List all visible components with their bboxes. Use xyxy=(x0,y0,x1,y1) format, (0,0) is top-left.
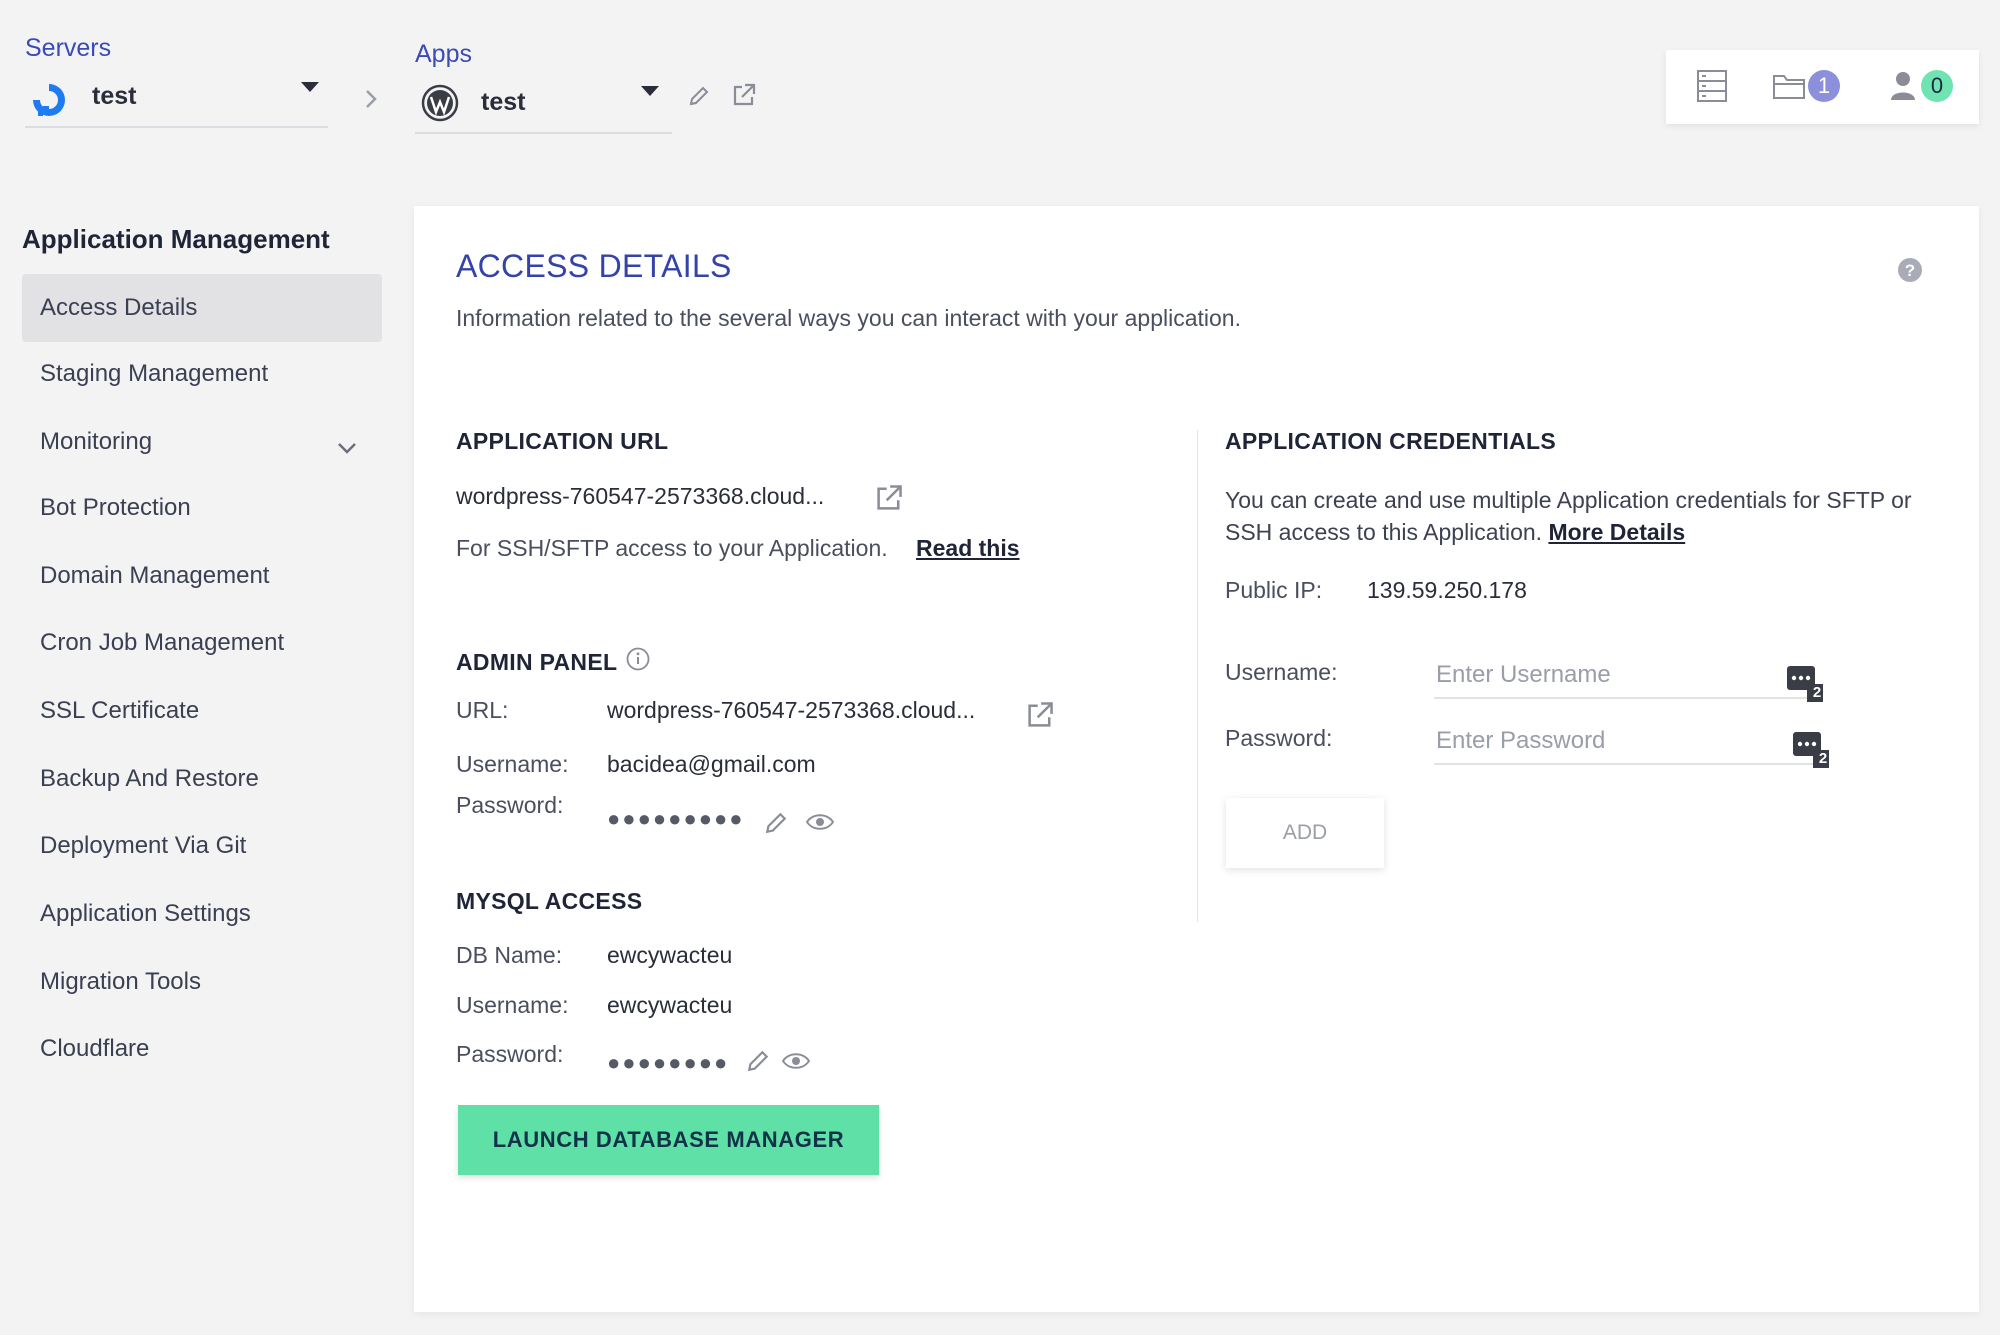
sidebar-item-deployment-via-git[interactable]: Deployment Via Git xyxy=(22,812,382,880)
keychain-count: 2 xyxy=(1812,684,1822,701)
files-count-badge: 1 xyxy=(1808,70,1840,102)
admin-url-value: wordpress-760547-2573368.cloud... xyxy=(607,697,976,723)
sidebar-item-label: Cron Job Management xyxy=(40,629,285,656)
more-details-link[interactable]: More Details xyxy=(1548,519,1685,545)
sidebar-item-label: Monitoring xyxy=(40,428,153,455)
sidebar-item-label: Staging Management xyxy=(40,360,269,387)
sidebar-item-migration-tools[interactable]: Migration Tools xyxy=(22,948,382,1016)
sidebar-item-label: Access Details xyxy=(40,294,198,321)
sidebar-item-backup-and-restore[interactable]: Backup And Restore xyxy=(22,745,382,813)
info-icon[interactable] xyxy=(626,647,650,676)
sidebar-item-monitoring[interactable]: Monitoring xyxy=(22,408,382,476)
chevron-down-icon[interactable] xyxy=(641,86,659,96)
credential-username-label: Username: xyxy=(1225,659,1338,685)
application-url-value: wordpress-760547-2573368.cloud... xyxy=(456,483,825,509)
sidebar-item-label: Migration Tools xyxy=(40,968,201,995)
server-name: test xyxy=(92,82,137,110)
credential-password-input[interactable] xyxy=(1434,719,1819,765)
ssh-sftp-text: For SSH/SFTP access to your Application. xyxy=(456,535,888,561)
folder-icon[interactable] xyxy=(1772,72,1806,105)
help-icon[interactable]: ? xyxy=(1897,257,1923,288)
sidebar-item-access-details[interactable]: Access Details xyxy=(22,274,382,342)
admin-password-label: Password: xyxy=(456,792,564,818)
svg-text:?: ? xyxy=(1905,261,1915,280)
db-username-label: Username: xyxy=(456,992,569,1018)
sidebar-item-application-settings[interactable]: Application Settings xyxy=(22,880,382,948)
sidebar-item-cloudflare[interactable]: Cloudflare xyxy=(22,1015,382,1083)
sidebar-item-label: Domain Management xyxy=(40,562,270,589)
page-title: ACCESS DETAILS xyxy=(456,248,732,284)
admin-username-label: Username: xyxy=(456,751,569,777)
external-link-icon[interactable] xyxy=(731,82,757,108)
team-count-badge: 0 xyxy=(1921,70,1953,102)
application-url-heading: APPLICATION URL xyxy=(456,428,669,454)
ssh-sftp-note: For SSH/SFTP access to your Application. xyxy=(456,535,888,562)
admin-panel-heading: ADMIN PANEL xyxy=(456,649,618,675)
app-name: test xyxy=(481,88,526,116)
admin-url-label: URL: xyxy=(456,697,509,723)
edit-pencil-icon[interactable] xyxy=(746,1049,770,1078)
external-link-icon[interactable] xyxy=(874,483,904,518)
chevron-down-icon[interactable] xyxy=(336,434,358,462)
external-link-icon[interactable] xyxy=(1025,700,1055,735)
sidebar-item-staging-management[interactable]: Staging Management xyxy=(22,340,382,408)
credentials-description: You can create and use multiple Applicat… xyxy=(1225,484,1945,548)
sidebar-item-cron-job-management[interactable]: Cron Job Management xyxy=(22,609,382,677)
db-username-value: ewcywacteu xyxy=(607,992,733,1018)
edit-pencil-icon[interactable] xyxy=(764,811,788,840)
application-credentials-heading: APPLICATION CREDENTIALS xyxy=(1225,428,1557,454)
page-description: Information related to the several ways … xyxy=(456,305,1241,331)
show-password-eye-icon[interactable] xyxy=(805,812,835,837)
credential-password-label: Password: xyxy=(1225,725,1333,751)
quick-access-panel: 1 0 xyxy=(1666,50,1979,124)
db-name-value: ewcywacteu xyxy=(607,942,733,968)
admin-username-value: bacidea@gmail.com xyxy=(607,751,816,777)
db-password-mask: ●●●●●●●● xyxy=(607,1050,730,1075)
keychain-count: 2 xyxy=(1818,750,1828,767)
sidebar-item-ssl-certificate[interactable]: SSL Certificate xyxy=(22,677,382,745)
wordpress-logo-icon xyxy=(421,84,459,127)
db-name-label: DB Name: xyxy=(456,942,563,968)
public-ip-label: Public IP: xyxy=(1225,577,1323,603)
mysql-access-heading: MYSQL ACCESS xyxy=(456,888,643,914)
team-member-icon[interactable] xyxy=(1890,70,1916,107)
sidebar-item-label: Application Settings xyxy=(40,900,251,927)
servers-label: Servers xyxy=(25,34,112,62)
apps-label: Apps xyxy=(415,40,472,68)
sidebar-item-domain-management[interactable]: Domain Management xyxy=(22,542,382,610)
sidebar-item-label: Deployment Via Git xyxy=(40,832,247,859)
digitalocean-logo-icon xyxy=(29,80,69,125)
server-selector[interactable]: test xyxy=(25,70,328,128)
sidebar-item-label: Bot Protection xyxy=(40,494,191,521)
show-password-eye-icon[interactable] xyxy=(781,1051,811,1076)
db-password-label: Password: xyxy=(456,1041,564,1067)
server-list-icon[interactable] xyxy=(1696,69,1728,108)
add-credential-button[interactable]: ADD xyxy=(1226,798,1384,868)
admin-password-mask: ●●●●●●●●● xyxy=(607,806,745,831)
column-divider xyxy=(1197,430,1198,922)
sidebar-item-label: Backup And Restore xyxy=(40,765,259,792)
public-ip-value: 139.59.250.178 xyxy=(1367,577,1527,603)
edit-pencil-icon[interactable] xyxy=(688,85,710,107)
app-selector[interactable]: test xyxy=(415,78,672,134)
sidebar-item-bot-protection[interactable]: Bot Protection xyxy=(22,474,382,542)
launch-database-manager-button[interactable]: LAUNCH DATABASE MANAGER xyxy=(458,1105,879,1175)
chevron-down-icon[interactable] xyxy=(301,82,319,92)
sidebar-item-label: Cloudflare xyxy=(40,1035,150,1062)
credential-username-input[interactable] xyxy=(1434,653,1814,699)
sidebar-title: Application Management xyxy=(22,224,330,254)
read-this-link[interactable]: Read this xyxy=(916,535,1020,562)
sidebar-item-label: SSL Certificate xyxy=(40,697,200,724)
chevron-right-icon xyxy=(364,88,378,115)
